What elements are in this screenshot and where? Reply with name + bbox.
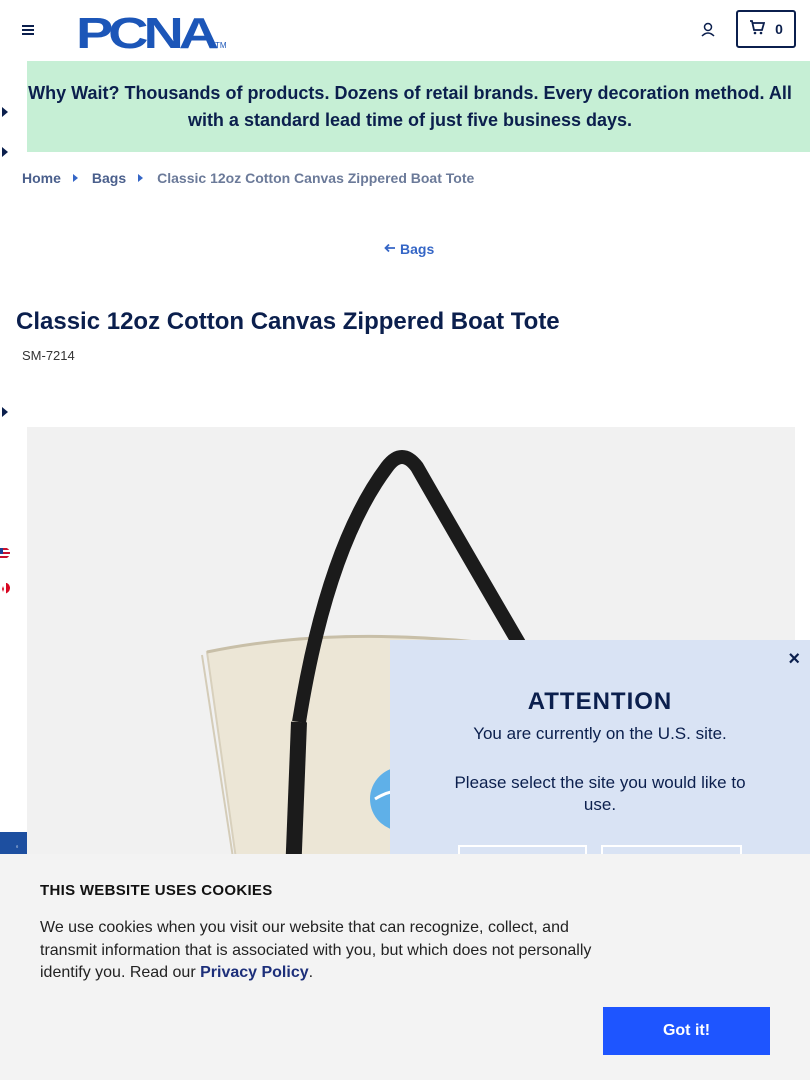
cart-count: 0	[775, 21, 783, 37]
account-icon[interactable]	[698, 20, 718, 40]
chat-icon: ◦	[15, 842, 19, 851]
breadcrumb: Home Bags Classic 12oz Cotton Canvas Zip…	[22, 170, 474, 186]
rail-expand-icon[interactable]	[2, 107, 8, 117]
site-header: PCNA TM 0	[0, 0, 810, 61]
modal-title: ATTENTION	[527, 688, 673, 715]
us-flag-icon[interactable]	[0, 547, 10, 559]
promo-banner: Why Wait? Thousands of products. Dozens …	[0, 61, 810, 152]
modal-instruction-text: Please select the site you would like to…	[454, 773, 746, 814]
breadcrumb-separator-icon	[138, 174, 144, 182]
product-title: Classic 12oz Cotton Canvas Zippered Boat…	[16, 308, 560, 335]
product-sku: SM-7214	[22, 348, 75, 363]
cart-icon	[749, 19, 766, 40]
rail-expand-icon[interactable]	[2, 407, 8, 417]
breadcrumb-bags-link[interactable]: Bags	[92, 170, 126, 186]
rail-expand-icon[interactable]	[2, 147, 8, 157]
cookie-period: .	[308, 964, 314, 981]
site-selection-modal: × ATTENTION You are currently on the U.S…	[390, 640, 810, 875]
cookie-text: We use cookies when you visit our websit…	[40, 917, 610, 985]
cart-button[interactable]: 0	[736, 10, 796, 48]
pcna-logo[interactable]: PCNA TM	[76, 9, 227, 58]
accept-cookies-button[interactable]: Got it!	[603, 1007, 770, 1055]
promo-banner-text: Why Wait? Thousands of products. Dozens …	[28, 82, 792, 130]
arrow-left-icon	[384, 241, 396, 257]
modal-current-site-text: You are currently on the U.S. site.	[473, 724, 727, 743]
back-link-label: Bags	[400, 241, 435, 257]
privacy-policy-link[interactable]: Privacy Policy	[200, 964, 309, 981]
hamburger-menu-icon[interactable]	[18, 20, 38, 40]
back-to-category-link[interactable]: Bags	[384, 241, 434, 257]
svg-text:TM: TM	[215, 41, 226, 50]
svg-text:PCNA: PCNA	[76, 11, 218, 51]
close-icon[interactable]: ×	[788, 648, 800, 671]
cookie-banner: THIS WEBSITE USES COOKIES We use cookies…	[0, 854, 810, 1080]
cookie-body: We use cookies when you visit our websit…	[40, 919, 592, 981]
breadcrumb-separator-icon	[72, 174, 78, 182]
breadcrumb-current: Classic 12oz Cotton Canvas Zippered Boat…	[157, 170, 475, 186]
cookie-title: THIS WEBSITE USES COOKIES	[40, 882, 273, 899]
breadcrumb-home-link[interactable]: Home	[22, 170, 61, 186]
canada-flag-icon[interactable]	[0, 582, 10, 594]
